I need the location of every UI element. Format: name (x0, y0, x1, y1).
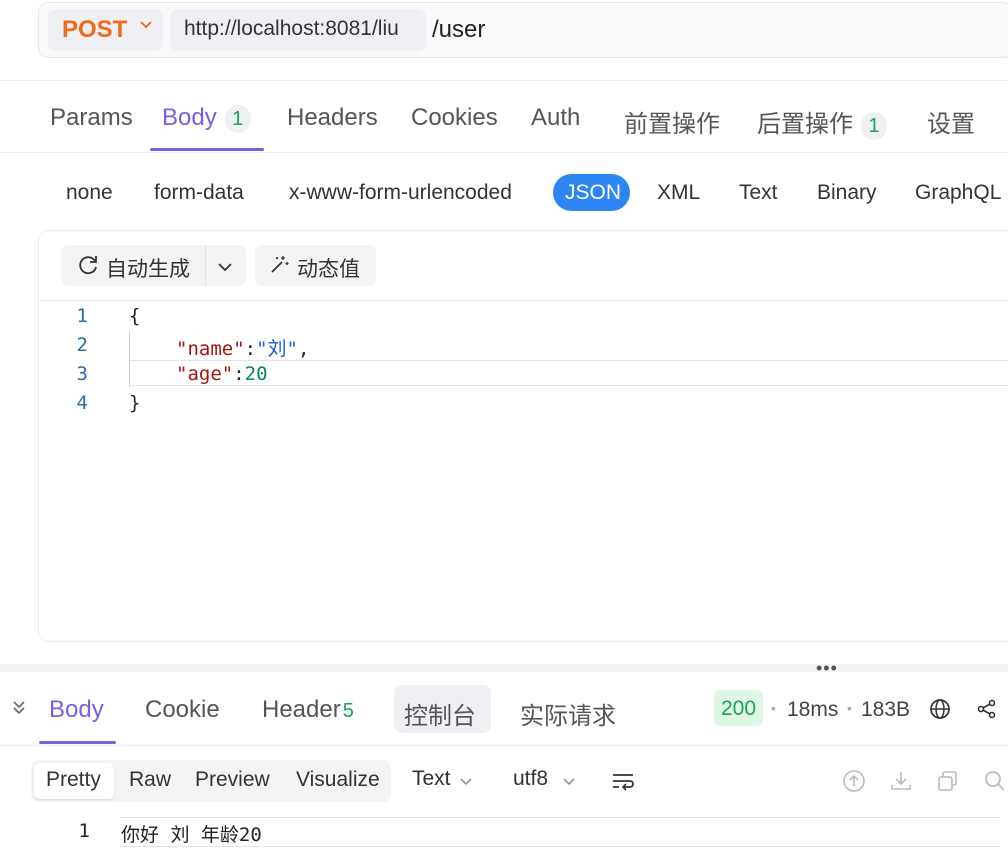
json-value: 20 (244, 363, 268, 385)
response-tab-cookie[interactable]: Cookie (145, 696, 220, 724)
body-type-binary[interactable]: Binary (817, 181, 877, 205)
button-divider (205, 245, 206, 286)
body-type-json-label: JSON (565, 181, 622, 204)
url-path-input[interactable]: /user (432, 16, 485, 44)
method-label: POST (62, 16, 128, 43)
body-type-graphql[interactable]: GraphQL (915, 181, 1001, 205)
code-line[interactable]: } (129, 392, 140, 414)
response-tab-header[interactable]: Header 5 (262, 696, 354, 724)
json-key: "age" (176, 363, 234, 385)
view-mode-preview[interactable]: Preview (195, 768, 270, 792)
upload-icon[interactable] (841, 768, 867, 794)
json-editor-panel (38, 230, 1008, 642)
body-type-none[interactable]: none (66, 181, 113, 205)
divider (39, 300, 1008, 301)
response-time: 18ms (787, 698, 839, 721)
line-number: 1 (78, 820, 90, 842)
tab-post-request[interactable]: 后置操作 1 (757, 104, 887, 140)
word-wrap-icon[interactable] (610, 768, 636, 794)
code-line[interactable]: { (129, 305, 140, 327)
tab-cookies[interactable]: Cookies (411, 104, 498, 132)
chevron-down-icon (140, 21, 152, 29)
tab-pre-request[interactable]: 前置操作 (624, 104, 720, 139)
response-tab-header-label: Header (262, 696, 341, 723)
collapse-icon[interactable] (9, 698, 29, 718)
base-url-text: http://localhost:8081/liu (184, 17, 399, 40)
refresh-icon (79, 256, 97, 275)
encoding-select[interactable]: utf8 (513, 767, 548, 791)
resize-handle-icon[interactable]: ••• (816, 658, 838, 679)
format-select[interactable]: Text (412, 767, 451, 791)
tab-body[interactable]: Body 1 (162, 104, 251, 133)
dynamic-value-label: 动态值 (297, 258, 360, 281)
panel-resize-bar[interactable] (0, 664, 1008, 672)
json-comma: , (297, 338, 310, 360)
response-size: 183B (861, 698, 911, 721)
body-type-xml[interactable]: XML (657, 181, 700, 205)
json-colon: : (244, 338, 257, 360)
separator-dot: • (771, 700, 776, 716)
divider (0, 80, 1008, 81)
body-type-form-data[interactable]: form-data (154, 181, 244, 205)
line-number: 1 (76, 305, 88, 327)
tab-post-request-badge: 1 (861, 111, 887, 140)
response-tab-actual-request[interactable]: 实际请求 (520, 696, 616, 731)
globe-icon[interactable] (928, 697, 952, 721)
json-value: "刘" (256, 338, 298, 360)
tab-auth[interactable]: Auth (531, 104, 580, 132)
view-mode-raw[interactable]: Raw (129, 768, 171, 792)
response-tab-header-badge: 5 (342, 700, 354, 722)
view-mode-pretty-label: Pretty (46, 768, 101, 791)
magic-wand-icon (271, 256, 289, 273)
download-icon[interactable] (888, 768, 914, 794)
json-key: "name" (176, 338, 245, 360)
line-number: 3 (76, 363, 88, 385)
tab-body-label: Body (162, 104, 217, 131)
chevron-down-icon[interactable] (214, 256, 236, 278)
tab-headers[interactable]: Headers (287, 104, 378, 132)
divider (0, 745, 1008, 746)
code-line[interactable]: "age":20 (176, 363, 268, 385)
code-line[interactable]: "name":"刘", (176, 334, 309, 361)
line-number: 2 (76, 334, 88, 356)
chevron-down-icon (563, 778, 575, 786)
response-tab-console[interactable]: 控制台 (404, 696, 476, 731)
tab-params[interactable]: Params (50, 104, 133, 132)
tab-settings[interactable]: 设置 (927, 104, 975, 139)
divider (0, 152, 1008, 153)
json-colon: : (233, 363, 245, 385)
chevron-down-icon (460, 778, 472, 786)
body-type-text[interactable]: Text (739, 181, 778, 205)
active-tab-indicator (150, 148, 264, 151)
body-type-urlencoded[interactable]: x-www-form-urlencoded (289, 181, 512, 205)
line-number: 4 (76, 392, 88, 414)
status-code: 200 (721, 697, 757, 720)
separator-dot: • (847, 700, 852, 716)
auto-generate-label: 自动生成 (106, 258, 190, 281)
response-tab-body[interactable]: Body (49, 696, 104, 724)
copy-icon[interactable] (935, 768, 961, 794)
response-body-text: 你好 刘 年龄20 (121, 824, 262, 846)
view-mode-visualize[interactable]: Visualize (296, 768, 380, 792)
tab-body-badge: 1 (224, 104, 251, 133)
share-icon[interactable] (976, 698, 998, 720)
active-tab-indicator (39, 741, 116, 744)
tab-post-request-label: 后置操作 (757, 111, 853, 138)
search-icon[interactable] (982, 768, 1008, 794)
